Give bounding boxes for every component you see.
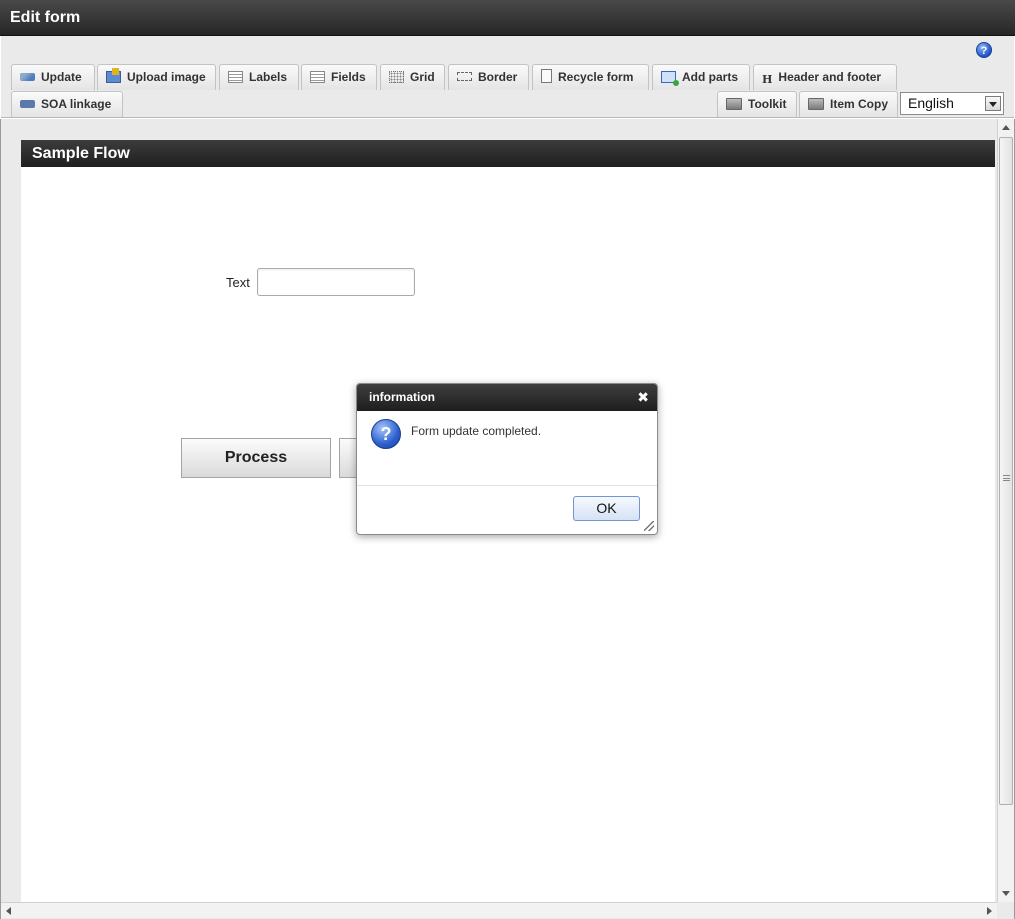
text-input[interactable] [257,268,415,296]
header-footer-label: Header and footer [778,70,882,84]
border-tab[interactable]: Border [448,64,529,90]
recycle-form-label: Recycle form [558,70,634,84]
item-copy-label: Item Copy [830,97,889,111]
soa-linkage-tab[interactable]: SOA linkage [11,91,123,117]
vertical-scroll-thumb[interactable] [999,137,1013,805]
fields-tab[interactable]: Fields [301,64,377,90]
update-label: Update [41,70,82,84]
scroll-right-icon[interactable] [987,907,992,915]
labels-label: Labels [249,70,288,84]
horizontal-scrollbar[interactable] [1,902,997,918]
grid-icon [389,71,404,83]
add-parts-label: Add parts [682,70,739,84]
add-parts-icon [661,71,679,86]
fields-label: Fields [331,70,366,84]
upload-image-tab[interactable]: Upload image [97,64,216,90]
fields-icon [310,71,325,83]
dialog-divider [357,485,657,486]
page-icon [541,69,552,83]
soa-linkage-label: SOA linkage [41,97,112,111]
text-field-label: Text [226,275,250,290]
language-value: English [908,95,954,111]
information-dialog: information ✖ ? Form update completed. O… [356,383,658,535]
grip-icon [1003,475,1010,481]
header-footer-icon: H [762,73,773,86]
window-title: Edit form [0,0,1015,36]
toolbox-icon [808,98,824,110]
help-bar: ? [1,36,1014,64]
vertical-scrollbar[interactable] [997,119,1014,902]
upload-image-label: Upload image [127,70,206,84]
labels-tab[interactable]: Labels [219,64,299,90]
scroll-down-icon[interactable] [1002,891,1010,896]
ok-button[interactable]: OK [573,496,640,521]
item-copy-tab[interactable]: Item Copy [799,91,898,117]
language-select[interactable]: English [900,92,1004,115]
share-icon [20,100,35,108]
dialog-message: Form update completed. [411,424,542,438]
toolbar: Update Upload image Labels Fields Grid B… [1,64,1014,118]
help-icon[interactable]: ? [976,42,992,58]
close-icon[interactable]: ✖ [637,384,649,411]
resize-grip-icon[interactable] [644,521,654,531]
toolkit-tab[interactable]: Toolkit [717,91,797,117]
scroll-up-icon[interactable] [1002,125,1010,130]
dialog-title: information [357,384,657,411]
labels-icon [228,71,243,83]
form-title: Sample Flow [21,140,995,167]
update-tab[interactable]: Update [11,64,95,90]
grid-tab[interactable]: Grid [380,64,445,90]
chevron-down-icon[interactable] [985,96,1001,111]
border-icon [457,72,472,81]
toolkit-label: Toolkit [748,97,787,111]
update-icon [20,73,35,81]
border-label: Border [478,70,518,84]
question-icon: ? [371,419,401,449]
toolbox-icon [726,98,742,110]
recycle-form-tab[interactable]: Recycle form [532,64,649,90]
header-footer-tab[interactable]: H Header and footer [753,64,897,90]
process-button[interactable]: Process [181,438,331,478]
image-icon [106,68,121,83]
grid-label: Grid [410,70,435,84]
scroll-left-icon[interactable] [6,907,11,915]
add-parts-tab[interactable]: Add parts [652,64,750,90]
